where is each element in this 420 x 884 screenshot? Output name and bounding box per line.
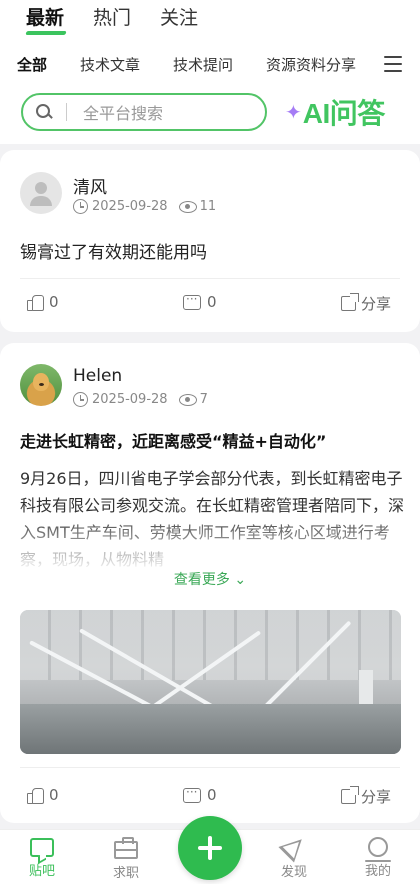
chat-bubble-icon — [30, 838, 54, 857]
thumbs-up-icon — [27, 294, 44, 311]
view-count: 11 — [199, 199, 217, 214]
author-name[interactable]: 清风 — [73, 173, 107, 198]
share-label: 分享 — [361, 788, 392, 806]
comment-icon — [183, 785, 201, 803]
pillar — [359, 670, 373, 754]
top-header: 最新 热门 关注 全部 技术文章 技术提问 资源资料分享 全平台搜索 ✦ AI问… — [0, 0, 420, 144]
category-tab-all[interactable]: 全部 — [17, 54, 47, 76]
search-divider — [66, 103, 67, 121]
post-actions: 0 0 分享 — [0, 292, 420, 317]
nav-label: 我的 — [364, 864, 391, 879]
search-placeholder: 全平台搜索 — [83, 104, 164, 123]
post-date: 2025-09-28 — [92, 199, 168, 214]
sign — [349, 722, 361, 736]
author-name[interactable]: Helen — [73, 366, 122, 386]
factory-workshop-photo[interactable] — [20, 610, 401, 754]
post-card[interactable]: Helen 2025-09-28 7 走进长虹精密，近距离感受“精益+自动化” … — [0, 343, 420, 823]
dog-avatar[interactable] — [20, 364, 62, 406]
nav-item-jobs[interactable]: 求职 — [96, 836, 156, 881]
nav-item-profile[interactable]: 我的 — [348, 836, 408, 879]
ai-qa-label: AI问答 — [302, 98, 386, 129]
see-more-label: 查看更多 — [173, 572, 230, 588]
clock-icon — [73, 199, 88, 214]
post-meta: 2025-09-28 7 — [73, 392, 208, 407]
nav-item-discover[interactable]: 发现 — [264, 831, 324, 880]
view-count: 7 — [199, 392, 208, 407]
share-icon — [341, 786, 359, 804]
create-post-button[interactable] — [178, 816, 242, 880]
comment-button[interactable]: 0 — [183, 785, 217, 804]
clock-icon — [73, 392, 88, 407]
nav-label: 贴吧 — [28, 864, 55, 879]
category-tab-questions[interactable]: 技术提问 — [173, 54, 233, 76]
post-card[interactable]: 清风 2025-09-28 11 锡膏过了有效期还能用吗 0 0 分享 — [0, 150, 420, 332]
category-tab-articles[interactable]: 技术文章 — [80, 54, 140, 76]
ai-qa-button[interactable]: ✦ AI问答 — [285, 93, 385, 131]
fade-overlay — [20, 513, 404, 573]
post-title[interactable]: 走进长虹精密，近距离感受“精益+自动化” — [20, 428, 326, 452]
like-button[interactable]: 0 — [27, 293, 59, 311]
default-avatar[interactable] — [20, 172, 62, 214]
nav-label: 求职 — [112, 866, 139, 881]
tab-hot[interactable]: 热门 — [93, 4, 131, 32]
tab-latest[interactable]: 最新 — [26, 4, 64, 32]
tab-following[interactable]: 关注 — [160, 4, 198, 32]
search-icon — [36, 104, 52, 120]
main-tabs: 最新 热门 关注 — [26, 4, 198, 32]
light-strip — [242, 620, 352, 730]
category-tabs: 全部 技术文章 技术提问 资源资料分享 — [17, 54, 378, 76]
comment-count: 0 — [207, 293, 217, 311]
divider — [20, 278, 400, 279]
share-button[interactable]: 分享 — [341, 293, 391, 314]
category-tab-resources[interactable]: 资源资料分享 — [266, 54, 356, 76]
eye-icon — [178, 200, 197, 213]
search-bar[interactable]: 全平台搜索 — [21, 93, 267, 131]
see-more-link[interactable]: 查看更多 ⌄ — [0, 569, 420, 589]
like-button[interactable]: 0 — [27, 786, 59, 804]
post-body[interactable]: 9月26日，四川省电子学会部分代表，到长虹精密电子科技有限公司参观交流。在长虹精… — [20, 465, 404, 573]
like-count: 0 — [49, 293, 59, 311]
post-meta: 2025-09-28 11 — [73, 199, 216, 214]
hamburger-menu-icon[interactable] — [384, 56, 402, 72]
like-count: 0 — [49, 786, 59, 804]
share-label: 分享 — [361, 295, 392, 313]
share-button[interactable]: 分享 — [341, 786, 391, 807]
briefcase-icon — [114, 837, 138, 859]
post-text[interactable]: 锡膏过了有效期还能用吗 — [20, 238, 207, 263]
chevron-down-icon: ⌄ — [234, 572, 247, 588]
comment-icon — [183, 292, 201, 310]
thumbs-up-icon — [27, 787, 44, 804]
post-actions: 0 0 分享 — [0, 785, 420, 810]
nav-label: 发现 — [280, 865, 307, 880]
comment-count: 0 — [207, 786, 217, 804]
comment-button[interactable]: 0 — [183, 292, 217, 311]
share-icon — [341, 293, 359, 311]
post-date: 2025-09-28 — [92, 392, 168, 407]
nav-item-forum[interactable]: 贴吧 — [12, 836, 72, 879]
user-icon — [365, 837, 391, 862]
eye-icon — [178, 393, 197, 406]
send-icon — [278, 831, 310, 863]
divider — [20, 767, 400, 768]
sparkle-icon: ✦ — [285, 100, 302, 124]
